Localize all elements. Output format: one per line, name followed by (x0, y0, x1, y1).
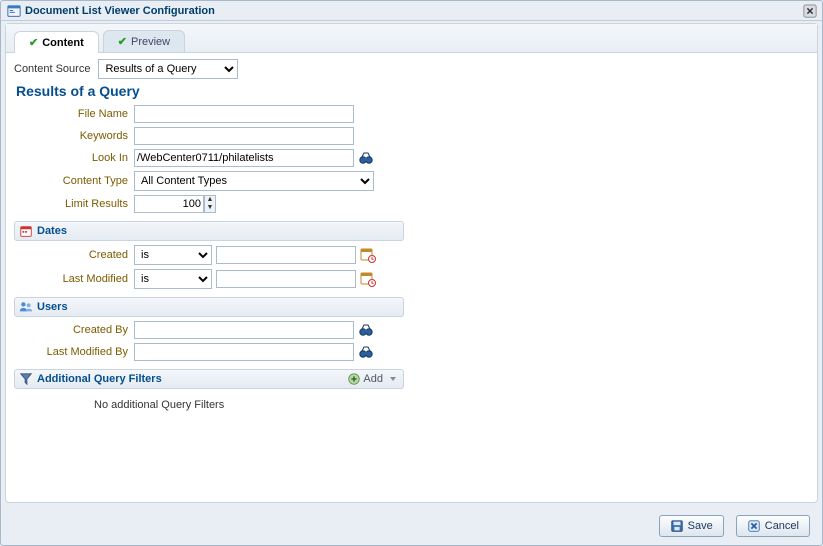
createdby-input[interactable] (134, 321, 354, 339)
plus-icon (347, 372, 361, 386)
users-icon (19, 300, 33, 314)
lastmodified-label: Last Modified (14, 273, 134, 285)
picker-icon[interactable] (358, 322, 374, 338)
tab-bar: ✔ Content ✔ Preview (6, 24, 817, 53)
contenttype-label: Content Type (14, 175, 134, 187)
save-label: Save (688, 520, 713, 532)
cancel-label: Cancel (765, 520, 799, 532)
cancel-button[interactable]: Cancel (736, 515, 810, 537)
picker-icon[interactable] (358, 344, 374, 360)
users-title: Users (37, 301, 68, 313)
limit-label: Limit Results (14, 198, 134, 210)
add-filter-button[interactable]: Add (347, 372, 383, 386)
window-title: Document List Viewer Configuration (25, 5, 215, 17)
results-section-title: Results of a Query (16, 83, 809, 99)
save-button[interactable]: Save (659, 515, 724, 537)
content-area: ✔ Content ✔ Preview Content Source Results… (5, 23, 818, 503)
footer-buttons: Save Cancel (659, 515, 810, 537)
filename-input[interactable] (134, 105, 354, 123)
check-icon: ✔ (118, 35, 127, 48)
contenttype-select[interactable]: All Content Types (134, 171, 374, 191)
chevron-down-icon[interactable] (387, 373, 399, 385)
datepicker-icon[interactable] (360, 247, 376, 263)
lookin-input[interactable] (134, 149, 354, 167)
add-label: Add (363, 373, 383, 385)
limit-spinner[interactable]: ▲▼ (204, 195, 216, 213)
created-op-select[interactable]: is (134, 245, 212, 265)
content-body: Content Source Results of a Query Result… (6, 53, 817, 417)
created-label: Created (14, 249, 134, 261)
funnel-icon (19, 372, 33, 386)
tab-preview[interactable]: ✔ Preview (103, 30, 185, 52)
config-dialog: Document List Viewer Configuration ✔ Cont… (0, 0, 823, 546)
datepicker-icon[interactable] (360, 271, 376, 287)
created-date-input[interactable] (216, 246, 356, 264)
calendar-icon (19, 224, 33, 238)
content-source-select[interactable]: Results of a Query (98, 59, 238, 79)
tab-label: Content (42, 37, 84, 49)
titlebar: Document List Viewer Configuration (1, 1, 822, 21)
dates-title: Dates (37, 225, 67, 237)
check-icon: ✔ (29, 36, 38, 49)
no-filters-text: No additional Query Filters (14, 393, 404, 411)
lastmodified-date-input[interactable] (216, 270, 356, 288)
additional-filters-header: Additional Query Filters Add (14, 369, 404, 389)
content-source-label: Content Source (14, 63, 98, 75)
lastmodifiedby-label: Last Modified By (14, 346, 134, 358)
lastmodifiedby-input[interactable] (134, 343, 354, 361)
filename-label: File Name (14, 108, 134, 120)
lookin-label: Look In (14, 152, 134, 164)
save-icon (670, 519, 684, 533)
dates-group-header: Dates (14, 221, 404, 241)
limit-input[interactable] (134, 195, 204, 213)
keywords-input[interactable] (134, 127, 354, 145)
browse-icon[interactable] (358, 150, 374, 166)
tab-label: Preview (131, 36, 170, 48)
tab-content[interactable]: ✔ Content (14, 31, 99, 53)
close-icon[interactable] (803, 4, 817, 18)
spinner-up-icon[interactable]: ▲ (205, 196, 215, 204)
lastmodified-op-select[interactable]: is (134, 269, 212, 289)
spinner-down-icon[interactable]: ▼ (205, 204, 215, 212)
users-group-header: Users (14, 297, 404, 317)
app-icon (7, 4, 21, 18)
additional-filters-title: Additional Query Filters (37, 373, 162, 385)
createdby-label: Created By (14, 324, 134, 336)
cancel-icon (747, 519, 761, 533)
keywords-label: Keywords (14, 130, 134, 142)
